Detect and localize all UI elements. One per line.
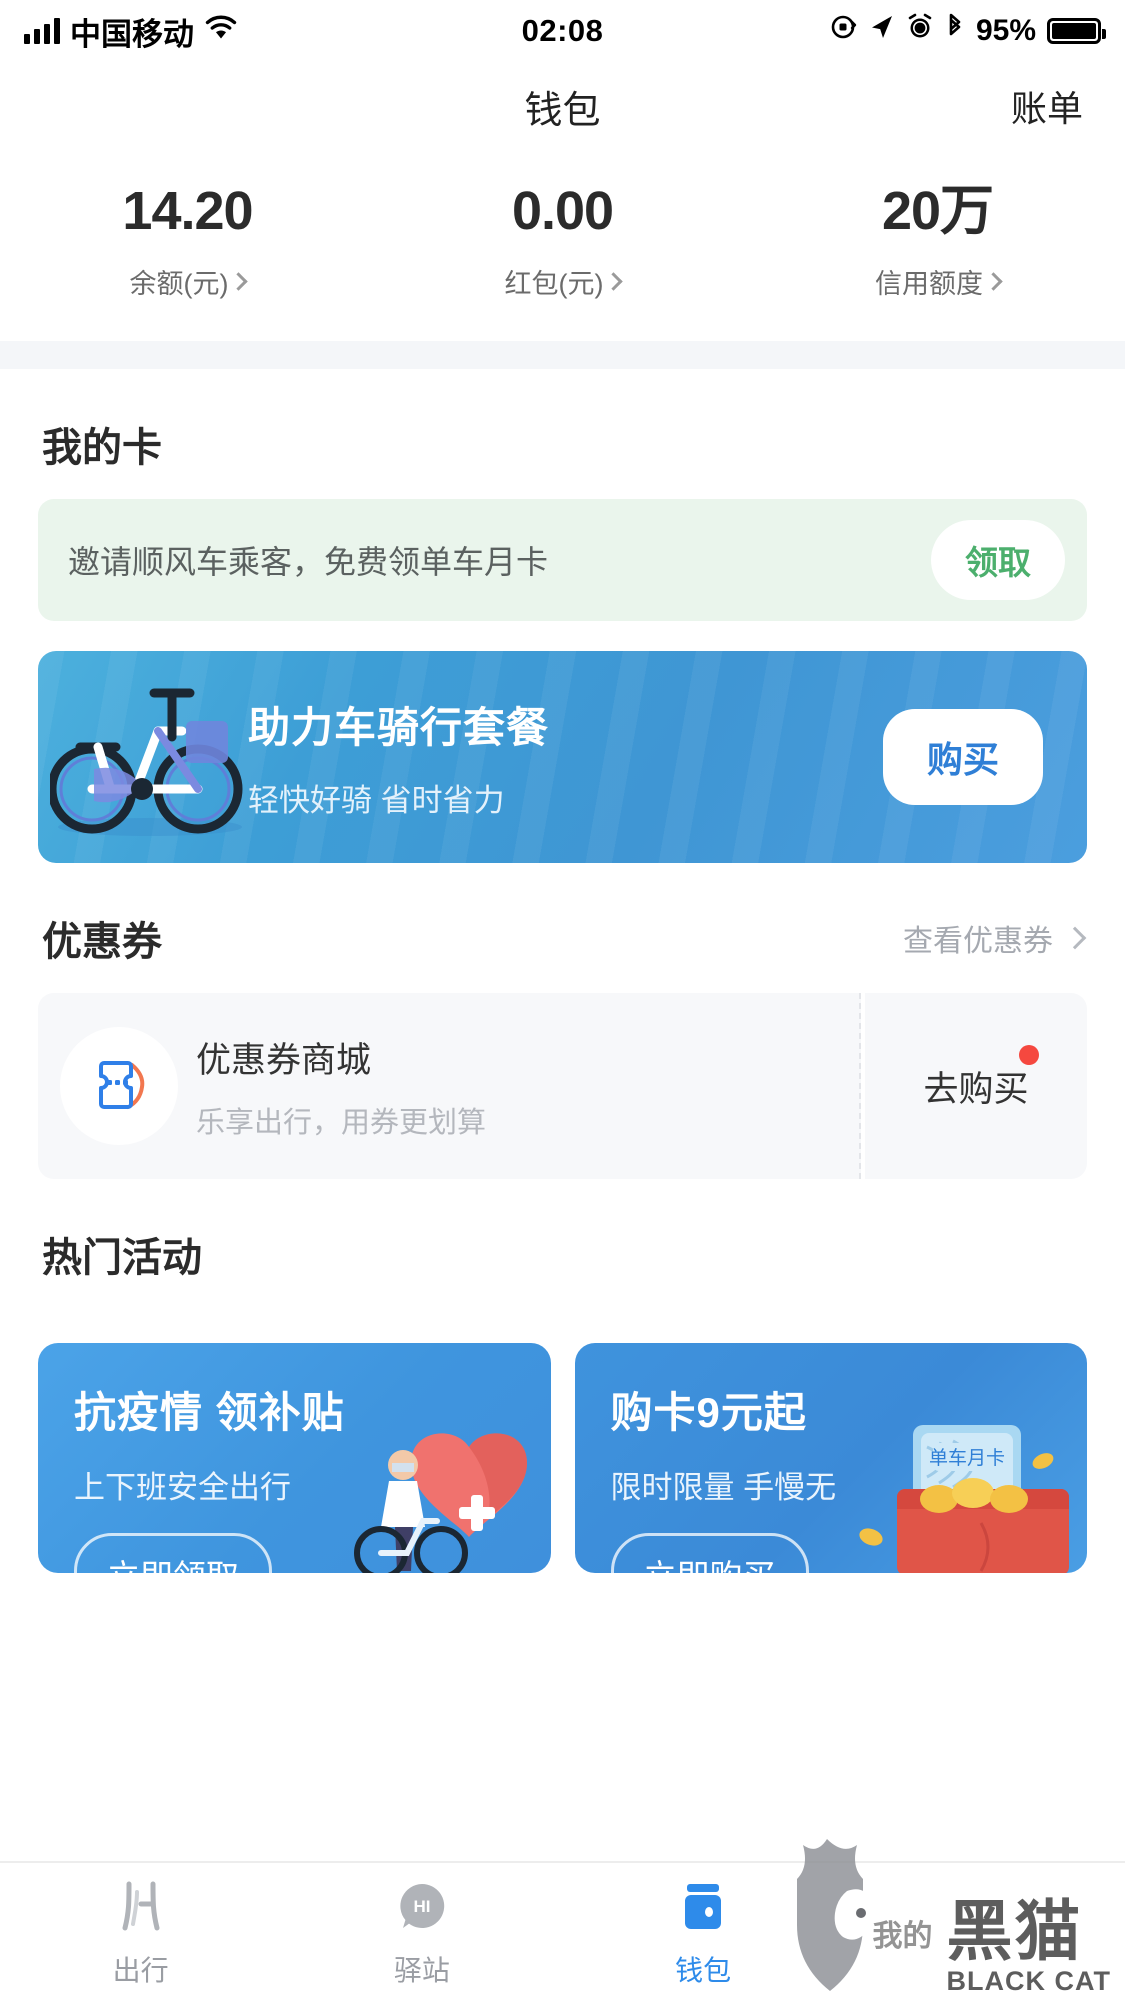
stat-label: 余额(元) (0, 262, 375, 301)
coupon-mall-entry[interactable]: 优惠券商城 乐享出行，用券更划算 (38, 993, 861, 1179)
tab-label: 出行 (112, 1955, 169, 1986)
activity-card-buycard[interactable]: 购卡9元起 限时限量 手慢无 立即购买 单车月卡 (574, 1343, 1087, 1573)
battery-percent-label: 95% (975, 14, 1036, 47)
watermark-blackcat: 黑猫 BLACK CAT 我的 (787, 1835, 1111, 1995)
battery-icon (1047, 18, 1106, 44)
coupon-section-header: 优惠券 查看优惠券 (0, 863, 1125, 993)
stat-balance[interactable]: 14.20 余额(元) (0, 184, 375, 301)
stat-label-text: 余额(元) (129, 269, 229, 299)
bike-illustration (38, 651, 248, 863)
claim-button[interactable]: 领取 (931, 520, 1065, 600)
activity-subtitle: 上下班安全出行 (74, 1470, 291, 1505)
tab-travel[interactable]: 出行 (0, 1875, 281, 1989)
bills-link[interactable]: 账单 (1011, 80, 1083, 132)
tab-label: 驿站 (393, 1955, 450, 1986)
stat-label: 信用额度 (750, 262, 1125, 301)
road-icon (0, 1875, 281, 1937)
activity-title: 抗疫情 领补贴 (74, 1389, 345, 1436)
watermark-en: BLACK CAT (946, 1966, 1111, 1996)
section-title: 我的卡 (42, 426, 162, 470)
bluetooth-icon (945, 13, 965, 49)
purchase-button[interactable]: 购买 (882, 709, 1043, 805)
ebike-package-card[interactable]: 助力车骑行套餐 轻快好骑 省时省力 购买 (38, 651, 1087, 863)
ticket-icon (99, 1061, 145, 1109)
coupon-go-buy-label: 去购买 (923, 1069, 1029, 1109)
page-navbar: 钱包 账单 (0, 62, 1125, 150)
section-divider (0, 341, 1125, 369)
activity-cards: 抗疫情 领补贴 上下班安全出行 立即领取 购卡9元起 限时限量 手慢无 立即购买 (38, 1343, 1087, 1573)
activity-action-button[interactable]: 立即购买 (610, 1533, 809, 1573)
tab-station[interactable]: HI 驿站 (281, 1875, 562, 1989)
invite-card-text: 邀请顺风车乘客，免费领单车月卡 (68, 544, 549, 580)
coupon-icon-badge (60, 1027, 178, 1145)
coupon-go-buy-button[interactable]: 去购买 (865, 993, 1087, 1179)
notification-dot-badge (1019, 1045, 1039, 1065)
view-coupons-link[interactable]: 查看优惠券 (903, 916, 1087, 960)
stat-credit[interactable]: 20万 信用额度 (750, 184, 1125, 301)
hi-bubble-icon: HI (281, 1875, 562, 1937)
status-bar-right: 95% (830, 13, 1106, 49)
watermark-cn: 黑猫 (946, 1894, 1083, 1968)
stat-value: 14.20 (122, 181, 253, 241)
chevron-right-icon (229, 272, 249, 291)
activity-action-button[interactable]: 立即领取 (74, 1533, 272, 1573)
coupon-row: 优惠券商城 乐享出行，用券更划算 去购买 (38, 993, 1087, 1179)
ebike-card-subtitle: 轻快好骑 省时省力 (248, 783, 505, 818)
chevron-right-icon (1063, 926, 1087, 950)
activity-card-subsidy[interactable]: 抗疫情 领补贴 上下班安全出行 立即领取 (38, 1343, 551, 1573)
stat-value: 20万 (881, 181, 994, 241)
section-title: 热门活动 (42, 1236, 202, 1280)
page-title: 钱包 (524, 89, 601, 132)
stat-label-text: 信用额度 (875, 269, 983, 299)
stat-label-text: 红包(元) (504, 269, 604, 299)
activity-title: 购卡9元起 (610, 1389, 807, 1436)
alarm-clock-icon (906, 13, 934, 49)
section-title: 优惠券 (42, 920, 162, 964)
stat-redpacket[interactable]: 0.00 红包(元) (375, 184, 750, 301)
view-coupons-label: 查看优惠券 (903, 925, 1053, 958)
status-bar: 中国移动 02:08 95% (0, 0, 1125, 62)
location-arrow-icon (869, 13, 895, 49)
my-card-section-header: 我的卡 (0, 369, 1125, 499)
ebike-card-text: 助力车骑行套餐 轻快好骑 省时省力 (248, 694, 549, 820)
chevron-right-icon (604, 272, 624, 291)
coupon-entry-texts: 优惠券商城 乐享出行，用券更划算 (196, 1032, 486, 1141)
invite-card[interactable]: 邀请顺风车乘客，免费领单车月卡 领取 (38, 499, 1087, 621)
wallet-stats: 14.20 余额(元) 0.00 红包(元) 20万 信用额度 (0, 150, 1125, 341)
coupon-entry-title: 优惠券商城 (196, 1040, 372, 1080)
stat-value: 0.00 (511, 181, 614, 241)
coupon-entry-subtitle: 乐享出行，用券更划算 (196, 1106, 487, 1139)
watermark-text: 黑猫 BLACK CAT (947, 1898, 1111, 1995)
chevron-right-icon (984, 272, 1003, 291)
stat-label: 红包(元) (375, 262, 750, 301)
svg-text:HI: HI (413, 1897, 430, 1916)
activities-section-header: 热门活动 (0, 1179, 1125, 1309)
rotation-lock-icon (830, 13, 858, 49)
watermark-sub: 我的 (872, 1920, 933, 1953)
activity-subtitle: 限时限量 手慢无 (610, 1470, 837, 1505)
ebike-card-title: 助力车骑行套餐 (248, 704, 550, 751)
